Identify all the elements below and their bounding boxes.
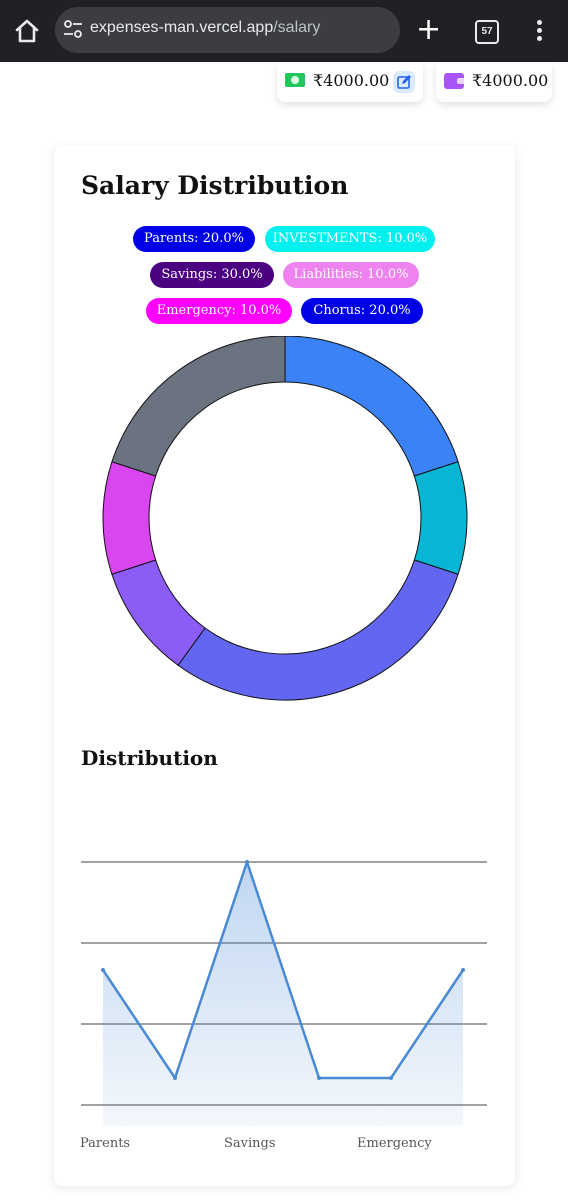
legend-chip-savings[interactable]: Savings: 30.0%: [150, 262, 274, 288]
more-options-icon[interactable]: [531, 18, 547, 44]
legend-chip-chorus[interactable]: Chorus: 20.0%: [301, 298, 423, 324]
url-path: /salary: [273, 19, 321, 36]
salary-balance-pill: ₹4000.00: [277, 62, 423, 102]
data-point-emergency[interactable]: [389, 1076, 393, 1080]
x-tick-label: Parents: [80, 1136, 131, 1151]
area-fill: [103, 862, 463, 1126]
data-point-investments[interactable]: [173, 1076, 177, 1080]
new-tab-icon[interactable]: +: [416, 15, 441, 45]
home-icon[interactable]: [12, 16, 42, 46]
wallet-balance-pill: ₹4000.00: [436, 62, 552, 102]
data-point-chorus[interactable]: [461, 968, 465, 972]
legend-chip-parents[interactable]: Parents: 20.0%: [133, 226, 255, 252]
data-point-savings[interactable]: [245, 860, 249, 864]
x-tick-label: Savings: [224, 1136, 276, 1151]
url-host: expenses-man.vercel.app: [90, 19, 274, 36]
edit-icon: [397, 75, 411, 89]
salary-amount: ₹4000.00: [313, 71, 390, 90]
donut-slice-chorus[interactable]: [111, 336, 286, 477]
legend-chip-emergency[interactable]: Emergency: 10.0%: [146, 298, 292, 324]
site-settings-icon[interactable]: [63, 19, 83, 39]
edit-salary-button[interactable]: [393, 71, 415, 93]
salary-distribution-card: Salary Distribution Parents: 20.0% INVEST…: [54, 146, 515, 1186]
browser-toolbar: expenses-man.vercel.app/salary + 57: [0, 0, 568, 62]
wallet-icon: [444, 73, 464, 89]
data-point-parents[interactable]: [101, 968, 105, 972]
legend-chip-investments[interactable]: INVESTMENTS: 10.0%: [265, 226, 435, 252]
area-chart: [81, 860, 487, 1126]
donut-slice-parents[interactable]: [284, 336, 459, 477]
donut-slice-investments[interactable]: [413, 461, 468, 575]
page-title: Salary Distribution: [81, 171, 349, 200]
donut-slice-emergency[interactable]: [102, 461, 157, 575]
page-content: ₹4000.00 ₹4000.00 Salary Distribution Pa…: [0, 62, 568, 1200]
donut-slice-savings[interactable]: [177, 559, 459, 701]
data-point-liabilities[interactable]: [317, 1076, 321, 1080]
distribution-title: Distribution: [81, 746, 218, 770]
doughnut-chart: [102, 336, 468, 701]
legend-chip-liabilities[interactable]: Liabilities: 10.0%: [283, 262, 419, 288]
tab-switcher-button[interactable]: 57: [475, 20, 499, 44]
wallet-amount: ₹4000.00: [472, 71, 549, 90]
money-icon: [285, 73, 305, 87]
x-tick-label: Emergency: [357, 1136, 432, 1151]
url-text[interactable]: expenses-man.vercel.app/salary: [90, 19, 320, 37]
